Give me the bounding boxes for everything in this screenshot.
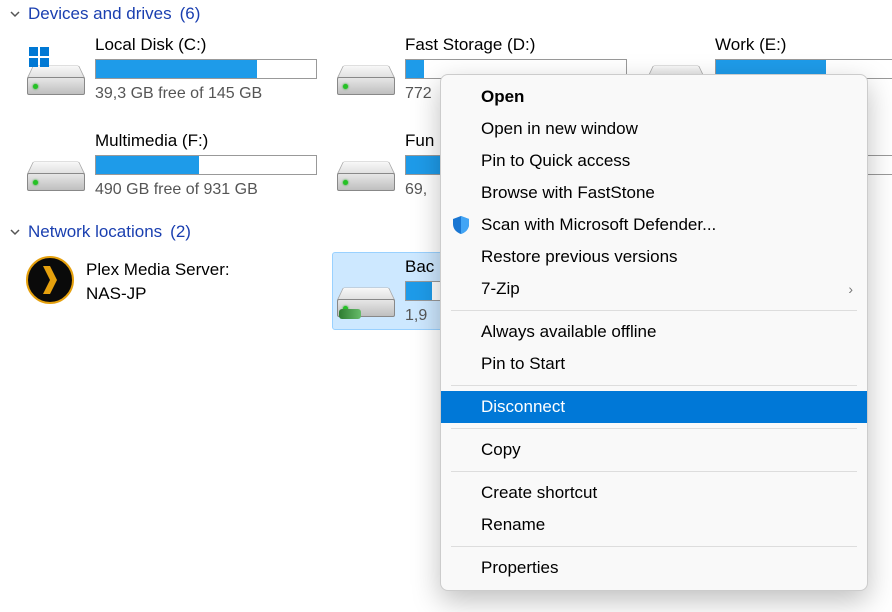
menu-item[interactable]: Copy — [441, 434, 867, 466]
menu-item[interactable]: Pin to Start — [441, 348, 867, 380]
menu-item[interactable]: Open — [441, 81, 867, 113]
network-hdd-icon — [337, 275, 395, 317]
menu-item-label: Create shortcut — [481, 483, 597, 503]
menu-item-label: Disconnect — [481, 397, 565, 417]
chevron-down-icon — [8, 7, 22, 21]
capacity-bar — [95, 59, 317, 79]
menu-item-label: 7-Zip — [481, 279, 520, 299]
menu-item[interactable]: Rename — [441, 509, 867, 541]
capacity-fill — [406, 282, 432, 300]
drive-name: Work (E:) — [715, 35, 892, 55]
capacity-text: 490 GB free of 931 GB — [95, 181, 317, 199]
section-count: (2) — [170, 222, 191, 242]
network-cable-icon — [339, 309, 361, 319]
network-location[interactable]: Plex Media Server:NAS-JP — [22, 252, 322, 330]
capacity-text: 39,3 GB free of 145 GB — [95, 85, 317, 103]
menu-item-label: Open — [481, 87, 524, 107]
menu-item[interactable]: Always available offline — [441, 316, 867, 348]
menu-item[interactable]: Disconnect — [441, 391, 867, 423]
menu-item-label: Browse with FastStone — [481, 183, 655, 203]
menu-item[interactable]: Browse with FastStone — [441, 177, 867, 209]
network-location-line2: NAS-JP — [86, 282, 230, 306]
menu-separator — [451, 428, 857, 429]
menu-separator — [451, 546, 857, 547]
hdd-icon — [337, 53, 395, 95]
menu-item[interactable]: Properties — [441, 552, 867, 584]
menu-item[interactable]: Open in new window — [441, 113, 867, 145]
context-menu: Open Open in new window Pin to Quick acces… — [440, 74, 868, 591]
menu-item-label: Properties — [481, 558, 558, 578]
menu-item-label: Always available offline — [481, 322, 656, 342]
menu-item[interactable]: Pin to Quick access — [441, 145, 867, 177]
menu-item[interactable]: Create shortcut — [441, 477, 867, 509]
drive-info: Local Disk (C:) 39,3 GB free of 145 GB — [95, 35, 317, 103]
drive-name: Multimedia (F:) — [95, 131, 317, 151]
section-count: (6) — [180, 4, 201, 24]
section-title: Network locations — [28, 222, 162, 242]
drive-info: Multimedia (F:) 490 GB free of 931 GB — [95, 131, 317, 199]
drive-name: Fast Storage (D:) — [405, 35, 627, 55]
menu-separator — [451, 385, 857, 386]
drive-name: Local Disk (C:) — [95, 35, 317, 55]
menu-separator — [451, 310, 857, 311]
plex-icon — [26, 256, 74, 304]
windows-badge-icon — [29, 47, 49, 67]
menu-item[interactable]: 7-Zip › — [441, 273, 867, 305]
capacity-bar — [95, 155, 317, 175]
hdd-icon — [27, 149, 85, 191]
network-location-line1: Plex Media Server: — [86, 258, 230, 282]
capacity-fill — [96, 60, 257, 78]
network-location-labels: Plex Media Server:NAS-JP — [86, 256, 230, 306]
drive-item[interactable]: Multimedia (F:) 490 GB free of 931 GB — [22, 126, 322, 204]
chevron-right-icon: › — [848, 281, 853, 297]
menu-item-label: Restore previous versions — [481, 247, 678, 267]
menu-item-label: Pin to Start — [481, 354, 565, 374]
menu-item-label: Open in new window — [481, 119, 638, 139]
hdd-icon — [337, 149, 395, 191]
menu-item-label: Scan with Microsoft Defender... — [481, 215, 716, 235]
section-title: Devices and drives — [28, 4, 172, 24]
menu-item[interactable]: Scan with Microsoft Defender... — [441, 209, 867, 241]
menu-item[interactable]: Restore previous versions — [441, 241, 867, 273]
section-header-devices[interactable]: Devices and drives (6) — [0, 0, 892, 30]
capacity-fill — [406, 60, 424, 78]
menu-separator — [451, 471, 857, 472]
capacity-fill — [96, 156, 199, 174]
drive-item[interactable]: Local Disk (C:) 39,3 GB free of 145 GB — [22, 30, 322, 108]
menu-item-label: Copy — [481, 440, 521, 460]
hdd-icon — [27, 53, 85, 95]
menu-item-label: Pin to Quick access — [481, 151, 630, 171]
chevron-down-icon — [8, 225, 22, 239]
shield-icon — [451, 215, 471, 235]
menu-item-label: Rename — [481, 515, 545, 535]
